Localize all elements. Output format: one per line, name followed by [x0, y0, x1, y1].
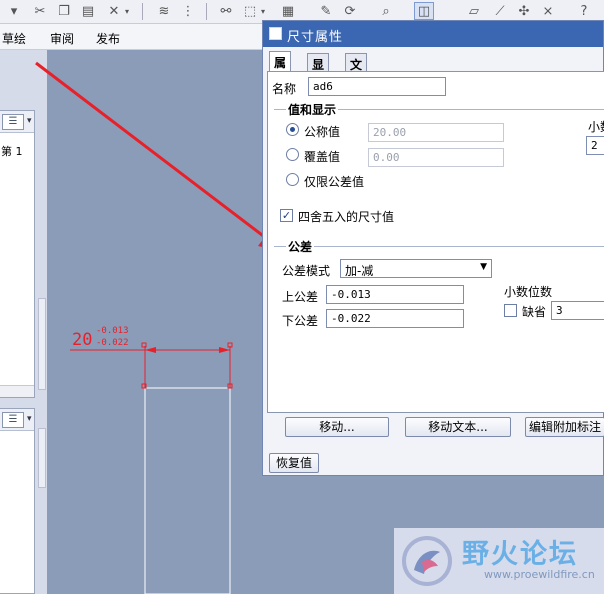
tolerance-only-radio[interactable] [286, 173, 299, 186]
tab-text-style[interactable]: 文本样式 [345, 53, 368, 123]
annotation-arrow-shaft [35, 61, 267, 240]
tab-properties[interactable]: 属性 [269, 51, 292, 87]
dim-nominal-text[interactable]: 20 [72, 330, 92, 350]
decimals-label: 小数 [588, 120, 604, 134]
name-label: 名称 [272, 82, 297, 96]
proewildfire-logo-icon [402, 536, 452, 586]
name-field[interactable]: ad6 [308, 77, 446, 96]
lower-tolerance-label: 下公差 [282, 314, 319, 328]
watermark-url: www.proewildfire.cn [484, 568, 595, 581]
tab-display[interactable]: 显示 [307, 53, 330, 89]
tolerance-decimals-field[interactable]: 3 [551, 301, 604, 320]
tolerance-mode-label: 公差模式 [282, 264, 331, 278]
tolerance-mode-value: 加-减 [345, 264, 374, 278]
chevron-down-icon: ▼ [480, 262, 487, 272]
tolerance-mode-select[interactable]: 加-减 ▼ [340, 259, 492, 278]
value-display-group-title: 值和显示 [286, 101, 339, 118]
dim-arrow-left-icon [145, 347, 156, 353]
dialog-title: 尺寸属性 [287, 30, 344, 45]
move-text-button[interactable]: 移动文本... [405, 417, 511, 437]
tolerance-decimals-label: 小数位数 [504, 285, 553, 299]
restore-values-button[interactable]: 恢复值 [269, 453, 319, 473]
override-value-radio[interactable] [286, 148, 299, 161]
override-value-label: 覆盖值 [304, 150, 341, 164]
dialog-app-icon [269, 27, 282, 40]
upper-tolerance-label: 上公差 [282, 290, 319, 304]
round-checkbox[interactable]: ✓ [280, 209, 293, 222]
dim-arrow-right-icon [219, 347, 230, 353]
nominal-value-label: 公称值 [304, 125, 341, 139]
watermark: 野火论坛 www.proewildfire.cn [394, 528, 604, 594]
upper-tolerance-field[interactable]: -0.013 [326, 285, 464, 304]
dim-upper-text[interactable]: -0.013 [96, 326, 129, 336]
watermark-title: 野火论坛 [462, 539, 578, 570]
lower-tolerance-field[interactable]: -0.022 [326, 309, 464, 328]
properties-tab-body: 名称 ad6 值和显示 公称值 20.00 覆盖值 0.00 仅限公差值 小数 … [267, 71, 604, 413]
default-checkbox[interactable] [504, 304, 517, 317]
round-label: 四舍五入的尺寸值 [298, 210, 395, 224]
part-outline[interactable] [144, 387, 231, 594]
default-label: 缺省 [522, 305, 547, 319]
move-button[interactable]: 移动... [285, 417, 389, 437]
dimension-properties-dialog: 尺寸属性 属性 显示 文本样式 名称 ad6 值和显示 公称值 20.00 覆盖… [262, 20, 604, 476]
tolerance-group-title: 公差 [286, 238, 315, 255]
nominal-value-field[interactable]: 20.00 [368, 123, 504, 142]
tolerance-only-label: 仅限公差值 [304, 175, 365, 189]
decimals-field[interactable]: 2 [586, 136, 604, 155]
override-value-field[interactable]: 0.00 [368, 148, 504, 167]
edit-attached-note-button[interactable]: 编辑附加标注 [525, 417, 604, 437]
nominal-value-radio[interactable] [286, 123, 299, 136]
dialog-titlebar[interactable]: 尺寸属性 [263, 21, 603, 47]
dim-lower-text[interactable]: -0.022 [96, 338, 129, 348]
